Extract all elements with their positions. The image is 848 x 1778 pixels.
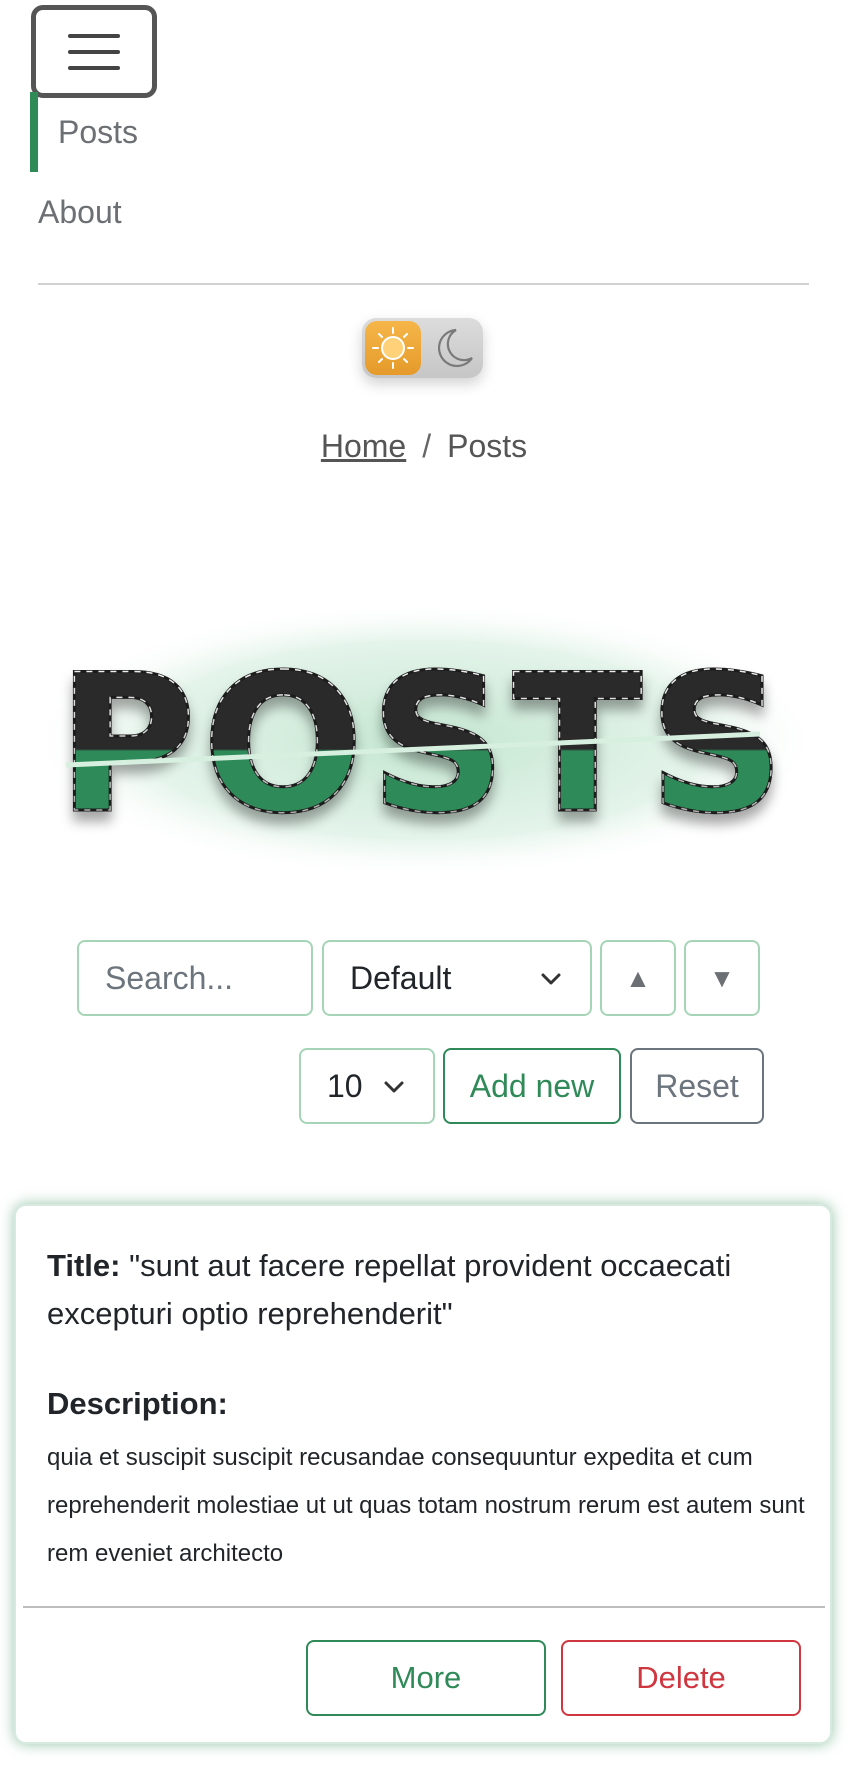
search-input[interactable]: Search... bbox=[77, 940, 313, 1016]
hamburger-icon-line bbox=[68, 49, 120, 54]
limit-select-value: 10 bbox=[327, 1067, 363, 1104]
delete-button[interactable]: Delete bbox=[561, 1640, 801, 1716]
post-title-text: "sunt aut facere repellat provident occa… bbox=[47, 1248, 732, 1331]
chevron-down-icon bbox=[541, 973, 561, 985]
nav-link-about[interactable]: About bbox=[38, 188, 122, 236]
posts-hero-title: POSTS POSTS bbox=[24, 600, 824, 880]
nav-divider bbox=[38, 283, 809, 285]
sun-icon bbox=[372, 327, 414, 369]
sort-up-icon: ▲ bbox=[625, 962, 651, 993]
reset-button[interactable]: Reset bbox=[630, 1048, 764, 1124]
svg-text:POSTS: POSTS bbox=[57, 634, 791, 855]
post-description-label: Description: bbox=[47, 1386, 228, 1421]
menu-toggle-button[interactable] bbox=[31, 5, 157, 98]
card-divider bbox=[23, 1606, 825, 1608]
more-button[interactable]: More bbox=[306, 1640, 546, 1716]
moon-icon bbox=[437, 328, 473, 368]
breadcrumb: Home / Posts bbox=[0, 428, 848, 465]
sort-down-icon: ▼ bbox=[709, 962, 735, 993]
nav-link-posts[interactable]: Posts bbox=[30, 92, 330, 172]
theme-toggle[interactable] bbox=[362, 318, 483, 378]
breadcrumb-home-link[interactable]: Home bbox=[321, 428, 406, 464]
sort-select-value: Default bbox=[350, 959, 452, 996]
sort-ascending-button[interactable]: ▲ bbox=[600, 940, 676, 1016]
post-title: Title: "sunt aut facere repellat provide… bbox=[47, 1242, 807, 1338]
add-new-button[interactable]: Add new bbox=[443, 1048, 621, 1124]
sort-select[interactable]: Default bbox=[322, 940, 592, 1016]
chevron-down-icon bbox=[384, 1081, 404, 1093]
post-title-label: Title: bbox=[47, 1248, 121, 1283]
breadcrumb-separator: / bbox=[422, 428, 432, 464]
breadcrumb-current: Posts bbox=[447, 428, 528, 464]
post-description-text: quia et suscipit suscipit recusandae con… bbox=[47, 1444, 805, 1567]
sort-descending-button[interactable]: ▼ bbox=[684, 940, 760, 1016]
hamburger-icon-line bbox=[68, 65, 120, 70]
hamburger-icon-line bbox=[68, 33, 120, 38]
limit-select[interactable]: 10 bbox=[299, 1048, 435, 1124]
post-card: Title: "sunt aut facere repellat provide… bbox=[14, 1204, 832, 1744]
